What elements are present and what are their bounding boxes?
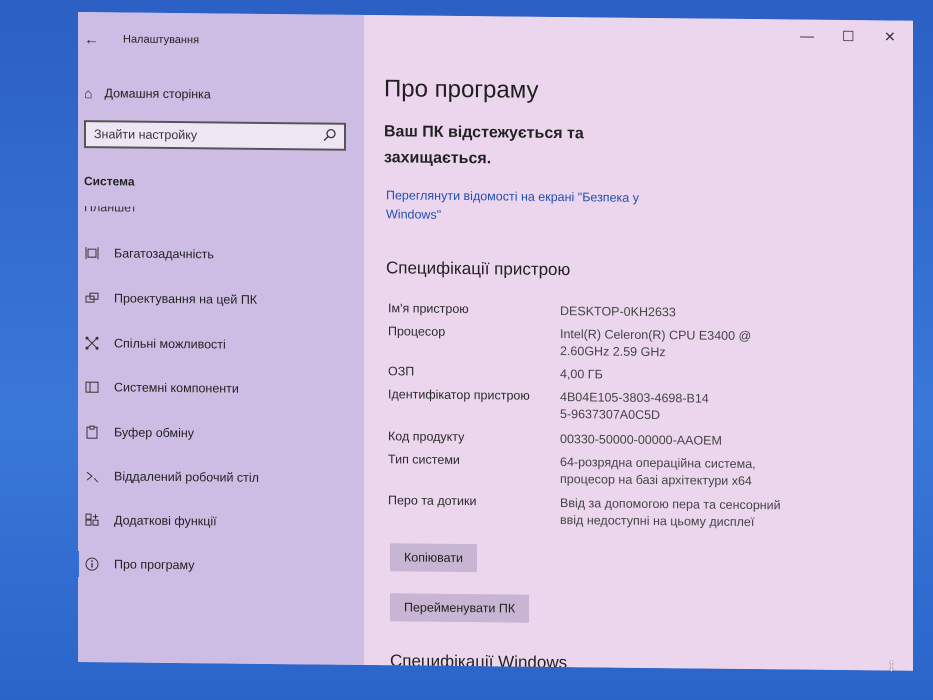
sidebar-item-label: Проектування на цей ПК bbox=[114, 291, 258, 307]
sidebar-item-label: Спільні можливості bbox=[114, 336, 226, 352]
spec-key: Код продукту bbox=[388, 429, 465, 445]
sidebar-item-label: Планшет bbox=[84, 206, 137, 215]
section-label: Система bbox=[84, 174, 135, 189]
back-arrow-icon[interactable]: ← bbox=[84, 31, 100, 48]
sidebar-item-label: Додаткові функції bbox=[114, 513, 217, 529]
main-content: — ☐ ✕ Про програму Ваш ПК відстежується … bbox=[364, 14, 913, 671]
settings-window: ← Налаштування ⌂ Домашня сторінка Знайти… bbox=[78, 12, 913, 671]
sidebar-item-projecting[interactable]: Проектування на цей ПК bbox=[84, 287, 257, 311]
optional-features-icon bbox=[84, 512, 100, 528]
sidebar-item-optional-features[interactable]: Додаткові функції bbox=[84, 509, 217, 532]
spec-row-device-id: Ідентифікатор пристрою 4B04E105-3803-469… bbox=[388, 387, 828, 422]
rename-pc-button[interactable]: Перейменувати ПК bbox=[390, 593, 530, 623]
spec-value[interactable]: 4B04E105-3803-4698-B145-9637307A0C5D bbox=[560, 389, 710, 425]
spec-value[interactable]: 4,00 ГБ bbox=[560, 366, 810, 386]
spec-value[interactable]: DESKTOP-0KH2633 bbox=[560, 303, 810, 323]
spec-key: ОЗП bbox=[388, 364, 415, 379]
system-components-icon bbox=[84, 379, 100, 395]
spec-row-processor: Процесор Intel(R) Celeron(R) CPU E3400 @… bbox=[388, 324, 828, 359]
app-title: Налаштування bbox=[123, 33, 200, 47]
active-indicator bbox=[78, 550, 79, 578]
spec-key: Ідентифікатор пристрою bbox=[388, 387, 530, 403]
copy-button[interactable]: Копіювати bbox=[390, 543, 478, 573]
spec-value[interactable]: 00330-50000-00000-AAOEM bbox=[560, 431, 810, 451]
minimize-button[interactable]: — bbox=[800, 28, 814, 44]
spec-row-pen-touch: Перо та дотики Ввід за допомогою пера та… bbox=[388, 493, 828, 529]
device-specs-title: Специфікації пристрою bbox=[386, 258, 571, 280]
spec-value[interactable]: 64-розрядна операційна система, процесор… bbox=[560, 454, 780, 490]
search-input[interactable]: Знайти настройку bbox=[84, 120, 346, 151]
search-icon bbox=[323, 128, 336, 145]
close-button[interactable]: ✕ bbox=[884, 28, 896, 45]
search-placeholder: Знайти настройку bbox=[94, 127, 198, 143]
spec-key: Перо та дотики bbox=[388, 493, 477, 509]
spec-value[interactable]: Ввід за допомогою пера та сенсорний ввід… bbox=[560, 495, 805, 532]
sidebar-item-home[interactable]: ⌂ Домашня сторінка bbox=[84, 82, 211, 105]
maximize-button[interactable]: ☐ bbox=[842, 28, 855, 45]
resize-cursor-icon: ↕ bbox=[887, 655, 896, 675]
projecting-icon bbox=[84, 290, 100, 306]
sidebar-item-label: Віддалений робочий стіл bbox=[114, 469, 259, 485]
spec-row-system-type: Тип системи 64-розрядна операційна систе… bbox=[388, 452, 828, 488]
shared-experiences-icon bbox=[84, 335, 100, 351]
sidebar-item-multitasking[interactable]: Багатозадачність bbox=[84, 242, 214, 265]
spec-value[interactable]: Intel(R) Celeron(R) CPU E3400 @ 2.60GHz … bbox=[560, 326, 790, 362]
sidebar-item-label: Багатозадачність bbox=[114, 246, 214, 262]
sidebar: ← Налаштування ⌂ Домашня сторінка Знайти… bbox=[78, 12, 364, 665]
info-icon bbox=[84, 556, 100, 572]
clipboard-icon bbox=[84, 424, 100, 440]
sidebar-item-remote-desktop[interactable]: Віддалений робочий стіл bbox=[84, 465, 259, 489]
spec-key: Процесор bbox=[388, 324, 446, 339]
windows-specs-title: Специфікації Windows bbox=[390, 651, 568, 671]
page-title: Про програму bbox=[384, 75, 539, 104]
home-icon: ⌂ bbox=[84, 85, 93, 102]
multitasking-icon bbox=[84, 245, 100, 261]
spec-row-ram: ОЗП 4,00 ГБ bbox=[388, 364, 828, 381]
sidebar-item-about[interactable]: Про програму bbox=[84, 553, 194, 576]
sidebar-item-clipboard[interactable]: Буфер обміну bbox=[84, 421, 194, 444]
sidebar-item-label: Системні компоненти bbox=[114, 380, 239, 396]
sidebar-item-label: Про програму bbox=[114, 557, 195, 573]
sidebar-item-system-components[interactable]: Системні компоненти bbox=[84, 376, 239, 400]
protection-status: Ваш ПК відстежується та захищається. bbox=[384, 123, 584, 168]
sidebar-item-label: Буфер обміну bbox=[114, 425, 195, 441]
sidebar-item-shared-experiences[interactable]: Спільні можливості bbox=[84, 332, 226, 355]
spec-row-device-name: Ім'я пристрою DESKTOP-0KH2633 bbox=[388, 301, 828, 319]
remote-desktop-icon bbox=[84, 468, 100, 484]
spec-key: Тип системи bbox=[388, 452, 460, 467]
spec-key: Ім'я пристрою bbox=[388, 301, 469, 317]
spec-row-product-id: Код продукту 00330-50000-00000-AAOEM bbox=[388, 429, 828, 447]
sidebar-item-tablet-partial[interactable]: Планшет bbox=[84, 206, 284, 216]
home-label: Домашня сторінка bbox=[104, 86, 211, 102]
security-link[interactable]: Переглянути відомості на екрані "Безпека… bbox=[386, 186, 676, 227]
